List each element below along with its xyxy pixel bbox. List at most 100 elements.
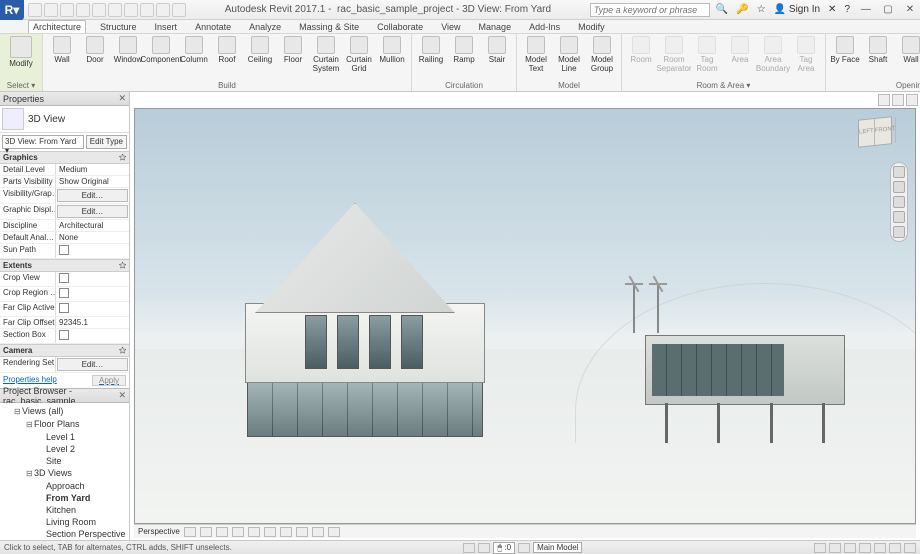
property-value[interactable]: Medium <box>56 164 129 175</box>
view-minimize-button[interactable] <box>878 94 890 106</box>
tree-node[interactable]: 3D Views <box>4 467 129 480</box>
qat-switch-windows-icon[interactable] <box>172 3 186 17</box>
tab-addins[interactable]: Add-Ins <box>525 21 564 33</box>
mullion-button[interactable]: Mullion <box>377 36 407 64</box>
qat-measure-icon[interactable] <box>108 3 122 17</box>
model-line-button[interactable]: Model Line <box>554 36 584 73</box>
door-button[interactable]: Door <box>80 36 110 64</box>
property-row[interactable]: Crop Region … <box>0 287 129 302</box>
select-underlay-icon[interactable] <box>844 543 856 553</box>
minimize-button[interactable]: — <box>856 3 876 17</box>
qat-thin-lines-icon[interactable] <box>140 3 154 17</box>
property-value[interactable]: Show Original <box>56 176 129 187</box>
rendering-icon[interactable] <box>248 527 260 537</box>
roof-button[interactable]: Roof <box>212 36 242 64</box>
modify-button[interactable]: Modify <box>4 36 38 68</box>
pan-icon[interactable] <box>893 181 905 193</box>
stair-button[interactable]: Stair <box>482 36 512 64</box>
project-browser-header[interactable]: Project Browser - rac_basic_sample…✕ <box>0 389 129 403</box>
property-value[interactable]: None <box>56 232 129 243</box>
help-icon[interactable]: ? <box>844 4 850 15</box>
instance-selector[interactable]: 3D View: From Yard ▾ <box>2 135 84 149</box>
tree-node[interactable]: From Yard <box>4 492 129 504</box>
reveal-hidden-icon[interactable] <box>328 527 340 537</box>
tab-annotate[interactable]: Annotate <box>191 21 235 33</box>
orbit-icon[interactable] <box>893 211 905 223</box>
exchange-apps-icon[interactable]: ✕ <box>828 4 836 15</box>
railing-button[interactable]: Railing <box>416 36 446 64</box>
detail-level-icon[interactable] <box>184 527 196 537</box>
component-button[interactable]: Component <box>146 36 176 64</box>
window-button[interactable]: Window <box>113 36 143 64</box>
tag-room-button[interactable]: Tag Room <box>692 36 722 73</box>
property-row[interactable]: Default Anal…None <box>0 232 129 244</box>
property-value[interactable] <box>56 244 129 258</box>
select-pinned-icon[interactable] <box>859 543 871 553</box>
floor-button[interactable]: Floor <box>278 36 308 64</box>
property-section-extents[interactable]: Extents✩ <box>0 259 129 272</box>
curtain-grid-button[interactable]: Curtain Grid <box>344 36 374 73</box>
property-row[interactable]: Parts VisibilityShow Original <box>0 176 129 188</box>
tab-analyze[interactable]: Analyze <box>245 21 285 33</box>
look-icon[interactable] <box>893 226 905 238</box>
design-options-icon[interactable] <box>814 543 826 553</box>
background-processes-icon[interactable] <box>904 543 916 553</box>
drag-elements-icon[interactable] <box>889 543 901 553</box>
tree-node[interactable]: Floor Plans <box>4 418 129 431</box>
tree-node[interactable]: Level 1 <box>4 431 129 443</box>
temp-hide-icon[interactable] <box>312 527 324 537</box>
tab-collaborate[interactable]: Collaborate <box>373 21 427 33</box>
search-icon[interactable]: 🔍 <box>716 4 728 15</box>
qat-save-icon[interactable] <box>44 3 58 17</box>
property-row[interactable]: Sun Path <box>0 244 129 259</box>
tab-massing-site[interactable]: Massing & Site <box>295 21 363 33</box>
property-section-graphics[interactable]: Graphics✩ <box>0 151 129 164</box>
close-icon[interactable]: ✕ <box>118 390 126 401</box>
tree-node[interactable]: Living Room <box>4 516 129 528</box>
crop-region-icon[interactable] <box>280 527 292 537</box>
zoom-icon[interactable] <box>893 196 905 208</box>
tree-node[interactable]: Views (all) <box>4 405 129 418</box>
curtain-system-button[interactable]: Curtain System <box>311 36 341 73</box>
tag-area-button[interactable]: Tag Area <box>791 36 821 73</box>
tree-node[interactable]: Site <box>4 455 129 467</box>
view-scale[interactable]: Perspective <box>138 527 180 536</box>
shaft-button[interactable]: Shaft <box>863 36 893 64</box>
qat-print-icon[interactable] <box>92 3 106 17</box>
tab-insert[interactable]: Insert <box>151 21 182 33</box>
property-row[interactable]: Far Clip Active <box>0 302 129 317</box>
tab-view[interactable]: View <box>437 21 464 33</box>
tree-node[interactable]: Level 2 <box>4 443 129 455</box>
worksets-icon[interactable] <box>463 543 475 553</box>
property-row[interactable]: Rendering Set…Edit… <box>0 357 129 373</box>
wall-button[interactable]: Wall <box>896 36 920 64</box>
room-button[interactable]: Room <box>626 36 656 64</box>
shadows-icon[interactable] <box>232 527 244 537</box>
close-icon[interactable]: ✕ <box>118 93 126 104</box>
favorites-icon[interactable]: ☆ <box>757 4 766 15</box>
filter-icon[interactable] <box>518 543 530 553</box>
ceiling-button[interactable]: Ceiling <box>245 36 275 64</box>
infocenter-search-input[interactable] <box>590 3 710 17</box>
tab-architecture[interactable]: Architecture <box>28 20 86 33</box>
sun-path-icon[interactable] <box>216 527 228 537</box>
workset-dropdown[interactable]: Main Model <box>533 542 582 553</box>
tab-modify[interactable]: Modify <box>574 21 609 33</box>
crop-view-icon[interactable] <box>264 527 276 537</box>
area-button[interactable]: Area <box>725 36 755 64</box>
property-value[interactable]: 92345.1 <box>56 317 129 328</box>
property-value[interactable]: Architectural <box>56 220 129 231</box>
drawing-area[interactable]: LEFTFRONT Perspective <box>130 92 920 540</box>
signin-button[interactable]: 👤 Sign In <box>774 4 820 15</box>
tree-node[interactable]: Section Perspective <box>4 528 129 540</box>
property-row[interactable]: Crop View <box>0 272 129 287</box>
app-menu-button[interactable]: R▾ <box>0 0 24 20</box>
property-row[interactable]: Far Clip Offset92345.1 <box>0 317 129 329</box>
properties-header[interactable]: Properties✕ <box>0 92 129 106</box>
view-close-button[interactable] <box>906 94 918 106</box>
property-value[interactable] <box>56 329 129 343</box>
edit-type-button[interactable]: Edit Type <box>86 135 127 149</box>
property-value[interactable] <box>56 302 129 316</box>
model-text-button[interactable]: Model Text <box>521 36 551 73</box>
qat-undo-icon[interactable] <box>60 3 74 17</box>
